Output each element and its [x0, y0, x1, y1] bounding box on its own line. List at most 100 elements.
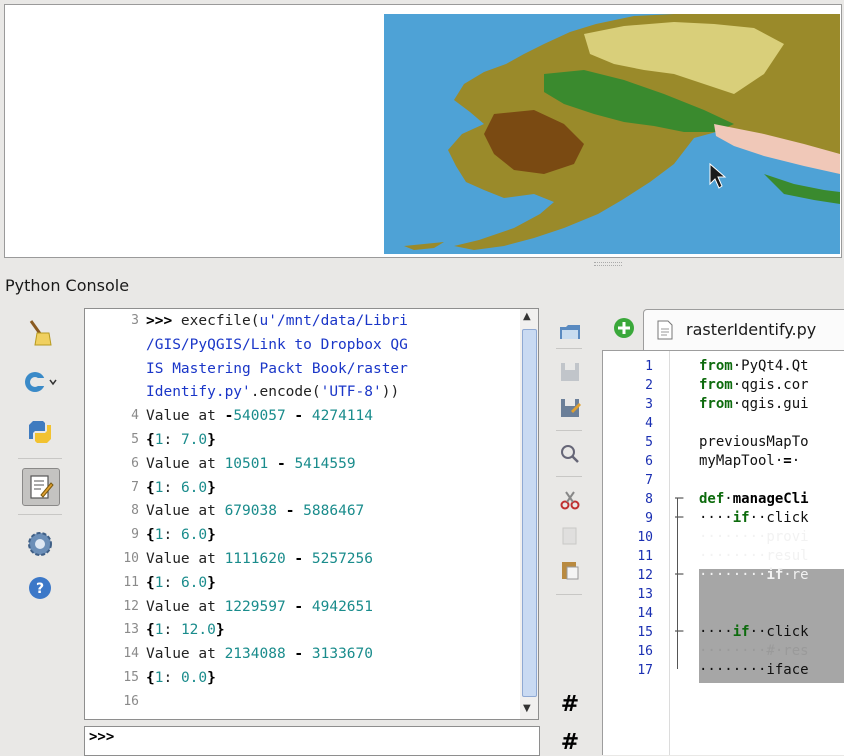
- console-line-number: 11: [123, 574, 139, 590]
- toolbar-separator: [556, 594, 582, 595]
- console-scrollbar-thumb[interactable]: [522, 329, 537, 697]
- editor-code-line: from·PyQt4.Qt: [699, 358, 809, 374]
- python-run-icon: [29, 421, 51, 443]
- console-token: :: [163, 432, 181, 448]
- import-class-button[interactable]: [22, 364, 58, 400]
- console-token: 0.0: [180, 670, 208, 686]
- settings-button[interactable]: [22, 526, 58, 562]
- copy-button[interactable]: [556, 522, 584, 550]
- code-token: ·re: [783, 567, 809, 583]
- scroll-up-icon[interactable]: ▲: [523, 311, 531, 322]
- console-line: Value at 2134088 - 3133670: [146, 646, 373, 662]
- code-token: ·: [724, 491, 733, 507]
- save-as-button[interactable]: [556, 394, 584, 422]
- console-token: -: [268, 455, 295, 472]
- code-token: from: [699, 358, 733, 374]
- editor-code-line: ········resul: [699, 548, 809, 564]
- console-line: {1: 0.0}: [146, 670, 216, 686]
- open-file-icon: [560, 325, 580, 339]
- editor-line-number: 15: [637, 625, 653, 640]
- console-token: }: [207, 479, 216, 496]
- console-token: }: [207, 432, 216, 448]
- console-token: {: [146, 527, 155, 544]
- show-editor-button[interactable]: [22, 468, 60, 506]
- tab-raster-identify[interactable]: rasterIdentify.py: [643, 309, 844, 350]
- code-token: ········#·res: [699, 643, 809, 659]
- console-token: Value at: [146, 598, 225, 615]
- code-token: ········provi: [699, 529, 809, 545]
- console-token: Value at: [146, 551, 225, 567]
- console-scrollbar[interactable]: ▲ ▼: [520, 308, 539, 720]
- code-token: =: [783, 453, 792, 469]
- editor-line-number: 10: [637, 530, 653, 545]
- code-token: ········: [699, 567, 767, 583]
- editor-line-number: 12: [637, 568, 653, 583]
- console-token: :: [163, 622, 181, 639]
- cut-button[interactable]: [556, 486, 584, 514]
- console-token: Value at: [146, 503, 225, 520]
- console-token: {: [146, 622, 155, 639]
- code-token: ········iface: [699, 662, 809, 678]
- console-token: -: [224, 408, 234, 425]
- console-line: {1: 6.0}: [146, 527, 216, 543]
- code-token: previousMapTo: [699, 434, 809, 450]
- run-command-button[interactable]: [22, 414, 58, 450]
- console-line: Value at -540057 - 4274114: [146, 408, 373, 424]
- settings-gear-icon: [28, 532, 52, 556]
- comment-button[interactable]: #: [556, 690, 584, 718]
- import-class-icon: [25, 372, 57, 392]
- console-token: {: [146, 479, 155, 496]
- scroll-down-icon[interactable]: ▼: [523, 703, 531, 714]
- console-token: Value at: [146, 455, 225, 472]
- console-token: -: [276, 503, 304, 520]
- save-button[interactable]: [556, 358, 584, 386]
- console-token: )): [381, 384, 400, 401]
- clear-console-button[interactable]: [22, 314, 58, 350]
- toolbar-separator: [556, 430, 582, 431]
- console-line-number: 16: [123, 693, 139, 709]
- panel-splitter-handle[interactable]: [594, 262, 622, 266]
- console-token: 4274114: [311, 408, 374, 425]
- save-as-icon: [561, 399, 581, 417]
- code-editor[interactable]: 1 from·PyQt4.Qt 2 from·qgis.cor 3 from·qgis.g…: [602, 350, 844, 755]
- uncomment-button[interactable]: #: [556, 728, 584, 756]
- console-line-number: 9: [131, 527, 139, 543]
- editor-line-number: 6: [645, 454, 653, 469]
- toolbar-separator: [556, 476, 582, 477]
- editor-line-number: 3: [645, 397, 653, 412]
- console-token: .encode(: [250, 384, 321, 401]
- console-token: {: [146, 432, 155, 448]
- console-token: 540057: [233, 408, 286, 425]
- console-input[interactable]: >>>: [84, 726, 540, 756]
- console-token: }: [207, 527, 216, 544]
- map-canvas[interactable]: [4, 4, 842, 258]
- console-line-number: 15: [123, 670, 139, 685]
- alaska-raster-map[interactable]: [384, 14, 840, 254]
- console-token: 10501: [224, 455, 269, 472]
- console-output[interactable]: 3 >>> execfile(u'/mnt/data/Libri/GIS/PyQG…: [84, 308, 522, 720]
- console-token: 5886467: [303, 503, 365, 520]
- code-token: ····: [699, 510, 733, 526]
- editor-code-line: from·qgis.cor: [699, 377, 809, 393]
- editor-line-number: 9: [645, 511, 653, 526]
- console-line: Identify.py'.encode('UTF-8')): [146, 384, 399, 400]
- code-token: def: [699, 491, 725, 507]
- editor-code-line: previousMapTo: [699, 434, 809, 450]
- find-button[interactable]: [556, 440, 584, 468]
- console-line-number: 4: [131, 408, 139, 424]
- console-token: -: [285, 551, 312, 567]
- console-token: 6.0: [180, 479, 208, 496]
- open-file-button[interactable]: [556, 316, 584, 344]
- console-line: {1: 12.0}: [146, 622, 225, 638]
- console-token: Identify.py': [146, 384, 251, 401]
- editor-line-number: 13: [637, 587, 653, 602]
- editor-line-number: 5: [645, 435, 653, 450]
- code-token: ·: [791, 453, 801, 469]
- console-token: }: [207, 574, 216, 591]
- python-file-icon: [657, 320, 673, 340]
- help-button[interactable]: ?: [22, 570, 58, 606]
- new-file-button[interactable]: [612, 316, 636, 344]
- editor-code-line: ····if··click: [699, 624, 809, 640]
- console-line-number: 5: [131, 432, 139, 447]
- paste-button[interactable]: [556, 556, 584, 584]
